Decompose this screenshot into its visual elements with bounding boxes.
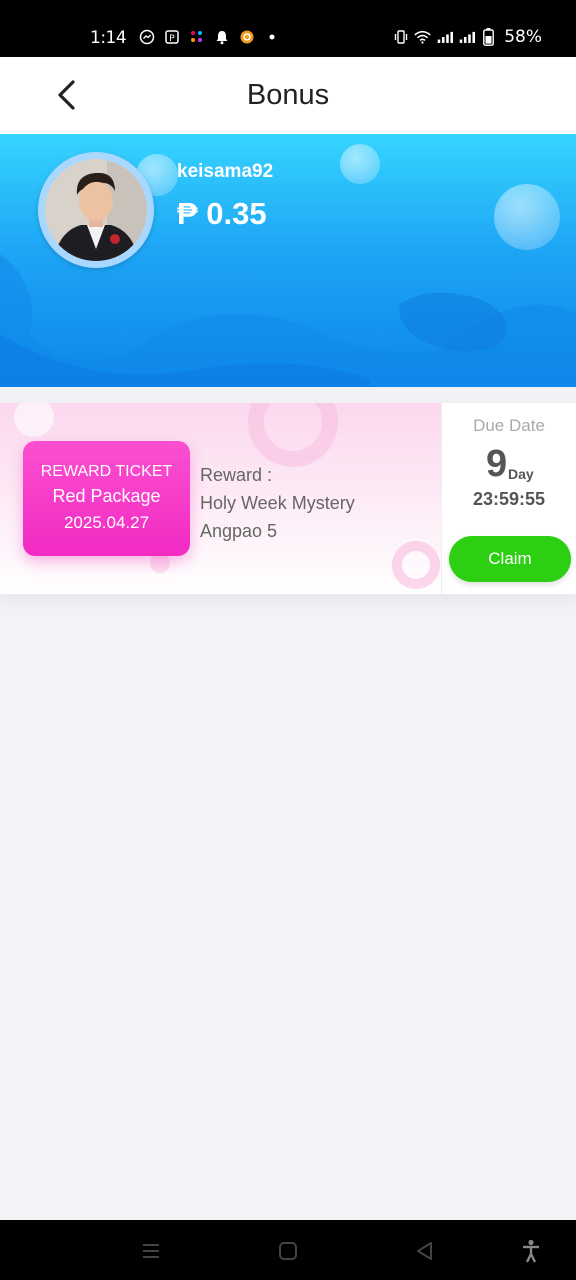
claim-button[interactable]: Claim	[449, 536, 571, 582]
signal-icon-1	[436, 29, 454, 46]
due-days: 9	[486, 443, 508, 485]
username: keisama92	[177, 161, 274, 182]
reward-name-line2: Angpao 5	[200, 521, 278, 541]
signal-icon-2	[458, 29, 476, 46]
chat-app-icon	[238, 28, 255, 45]
app-dots-icon	[188, 28, 205, 45]
more-dot-icon	[263, 28, 280, 45]
app-header: Bonus	[0, 57, 576, 134]
reward-card: REWARD TICKET Red Package 2025.04.27 Rew…	[0, 403, 576, 594]
battery-icon	[480, 28, 497, 46]
recents-icon	[143, 1244, 159, 1258]
home-button[interactable]	[275, 1238, 301, 1264]
notification-icons: P	[138, 28, 280, 45]
reward-info: Reward : Holy Week Mystery Angpao 5	[200, 461, 355, 545]
system-icons: 58%	[392, 27, 542, 47]
avatar-image	[45, 159, 147, 261]
decor-ring	[14, 403, 54, 437]
balance-amount: ₱ 0.35	[177, 196, 267, 231]
due-days-unit: Day	[508, 466, 534, 482]
bell-icon	[213, 28, 230, 45]
decor-ring	[150, 553, 170, 573]
status-bar: 1:14 P 58%	[0, 0, 576, 57]
decor-ring	[248, 403, 338, 467]
page-title: Bonus	[246, 79, 330, 111]
ticket-name: Red Package	[52, 486, 161, 506]
reward-ticket: REWARD TICKET Red Package 2025.04.27	[23, 441, 190, 556]
reward-name-line1: Holy Week Mystery	[200, 493, 355, 513]
system-nav-bar	[0, 1220, 576, 1280]
avatar[interactable]	[38, 152, 154, 268]
accessibility-icon	[523, 1239, 539, 1263]
due-time: 23:59:55	[472, 489, 546, 509]
back-icon	[417, 1242, 432, 1260]
ticket-date: 2025.04.27	[63, 513, 150, 532]
vibrate-icon	[392, 29, 409, 46]
svg-text:P: P	[169, 34, 175, 44]
due-date-panel: Due Date 9 Day 23:59:55 Claim	[441, 403, 576, 594]
due-date-label: Due Date	[473, 416, 545, 435]
back-nav-button[interactable]	[412, 1238, 438, 1264]
accessibility-button[interactable]	[518, 1238, 544, 1264]
reward-card-body: REWARD TICKET Red Package 2025.04.27 Rew…	[0, 403, 441, 594]
home-icon	[279, 1242, 297, 1260]
ticket-label: REWARD TICKET	[40, 463, 173, 480]
parking-icon: P	[163, 28, 180, 45]
battery-percent: 58%	[504, 27, 542, 47]
reward-label: Reward :	[200, 465, 273, 485]
decor-ring	[392, 541, 440, 589]
status-time: 1:14	[90, 28, 127, 48]
wifi-icon	[414, 29, 431, 46]
messenger-icon	[138, 28, 155, 45]
profile-banner: keisama92 ₱ 0.35	[0, 134, 576, 387]
recents-button[interactable]	[138, 1238, 164, 1264]
